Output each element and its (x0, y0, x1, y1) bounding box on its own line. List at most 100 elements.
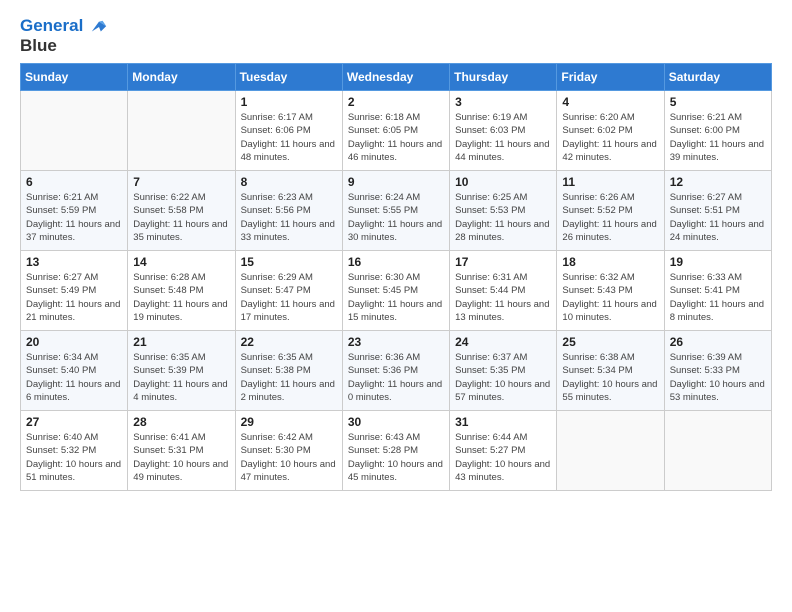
day-info: Sunrise: 6:44 AMSunset: 5:27 PMDaylight:… (455, 431, 551, 484)
week-row-3: 20Sunrise: 6:34 AMSunset: 5:40 PMDayligh… (21, 331, 772, 411)
calendar-cell: 19 Sunrise: 6:33 AMSunset: 5:41 PMDayligh… (664, 251, 771, 331)
page: General Blue SundayMondayTuesdayWednesda… (0, 0, 792, 612)
logo-blue-text: Blue (20, 36, 108, 56)
day-info: Sunrise: 6:32 AMSunset: 5:43 PMDaylight:… (562, 271, 658, 324)
day-info: Sunrise: 6:26 AMSunset: 5:52 PMDaylight:… (562, 191, 658, 244)
day-info: Sunrise: 6:33 AMSunset: 5:41 PMDaylight:… (670, 271, 766, 324)
day-number: 23 (348, 335, 444, 349)
day-info: Sunrise: 6:22 AMSunset: 5:58 PMDaylight:… (133, 191, 229, 244)
calendar-cell: 21 Sunrise: 6:35 AMSunset: 5:39 PMDayligh… (128, 331, 235, 411)
calendar-cell (128, 91, 235, 171)
day-info: Sunrise: 6:37 AMSunset: 5:35 PMDaylight:… (455, 351, 551, 404)
day-number: 8 (241, 175, 337, 189)
day-number: 16 (348, 255, 444, 269)
day-info: Sunrise: 6:18 AMSunset: 6:05 PMDaylight:… (348, 111, 444, 164)
day-number: 13 (26, 255, 122, 269)
weekday-header-monday: Monday (128, 64, 235, 91)
day-info: Sunrise: 6:35 AMSunset: 5:39 PMDaylight:… (133, 351, 229, 404)
day-number: 1 (241, 95, 337, 109)
calendar-cell: 1 Sunrise: 6:17 AMSunset: 6:06 PMDaylight… (235, 91, 342, 171)
day-info: Sunrise: 6:17 AMSunset: 6:06 PMDaylight:… (241, 111, 337, 164)
calendar-cell: 8 Sunrise: 6:23 AMSunset: 5:56 PMDaylight… (235, 171, 342, 251)
calendar-cell: 18 Sunrise: 6:32 AMSunset: 5:43 PMDayligh… (557, 251, 664, 331)
day-info: Sunrise: 6:43 AMSunset: 5:28 PMDaylight:… (348, 431, 444, 484)
day-info: Sunrise: 6:20 AMSunset: 6:02 PMDaylight:… (562, 111, 658, 164)
calendar-cell: 10Sunrise: 6:25 AMSunset: 5:53 PMDayligh… (450, 171, 557, 251)
day-number: 15 (241, 255, 337, 269)
calendar-cell (664, 411, 771, 491)
day-info: Sunrise: 6:36 AMSunset: 5:36 PMDaylight:… (348, 351, 444, 404)
week-row-1: 6 Sunrise: 6:21 AMSunset: 5:59 PMDaylight… (21, 171, 772, 251)
day-number: 20 (26, 335, 122, 349)
day-number: 2 (348, 95, 444, 109)
day-info: Sunrise: 6:38 AMSunset: 5:34 PMDaylight:… (562, 351, 658, 404)
calendar-cell: 23 Sunrise: 6:36 AMSunset: 5:36 PMDayligh… (342, 331, 449, 411)
day-number: 18 (562, 255, 658, 269)
calendar-cell: 20Sunrise: 6:34 AMSunset: 5:40 PMDayligh… (21, 331, 128, 411)
day-number: 12 (670, 175, 766, 189)
calendar-cell (21, 91, 128, 171)
day-info: Sunrise: 6:40 AMSunset: 5:32 PMDaylight:… (26, 431, 122, 484)
day-info: Sunrise: 6:19 AMSunset: 6:03 PMDaylight:… (455, 111, 551, 164)
day-number: 25 (562, 335, 658, 349)
day-number: 31 (455, 415, 551, 429)
calendar-cell: 30 Sunrise: 6:43 AMSunset: 5:28 PMDayligh… (342, 411, 449, 491)
day-number: 21 (133, 335, 229, 349)
day-info: Sunrise: 6:29 AMSunset: 5:47 PMDaylight:… (241, 271, 337, 324)
weekday-header-sunday: Sunday (21, 64, 128, 91)
calendar-cell (557, 411, 664, 491)
day-info: Sunrise: 6:23 AMSunset: 5:56 PMDaylight:… (241, 191, 337, 244)
day-number: 29 (241, 415, 337, 429)
week-row-0: 1 Sunrise: 6:17 AMSunset: 6:06 PMDaylight… (21, 91, 772, 171)
calendar-cell: 6 Sunrise: 6:21 AMSunset: 5:59 PMDaylight… (21, 171, 128, 251)
day-info: Sunrise: 6:21 AMSunset: 6:00 PMDaylight:… (670, 111, 766, 164)
day-info: Sunrise: 6:39 AMSunset: 5:33 PMDaylight:… (670, 351, 766, 404)
day-number: 6 (26, 175, 122, 189)
calendar-cell: 4Sunrise: 6:20 AMSunset: 6:02 PMDaylight… (557, 91, 664, 171)
calendar-cell: 24Sunrise: 6:37 AMSunset: 5:35 PMDayligh… (450, 331, 557, 411)
calendar-cell: 7Sunrise: 6:22 AMSunset: 5:58 PMDaylight… (128, 171, 235, 251)
logo: General Blue (20, 16, 108, 55)
calendar-cell: 14Sunrise: 6:28 AMSunset: 5:48 PMDayligh… (128, 251, 235, 331)
day-number: 17 (455, 255, 551, 269)
calendar-cell: 29 Sunrise: 6:42 AMSunset: 5:30 PMDayligh… (235, 411, 342, 491)
weekday-header-thursday: Thursday (450, 64, 557, 91)
weekday-header-saturday: Saturday (664, 64, 771, 91)
day-number: 9 (348, 175, 444, 189)
day-number: 3 (455, 95, 551, 109)
calendar-cell: 13 Sunrise: 6:27 AMSunset: 5:49 PMDayligh… (21, 251, 128, 331)
day-number: 22 (241, 335, 337, 349)
calendar-cell: 15 Sunrise: 6:29 AMSunset: 5:47 PMDayligh… (235, 251, 342, 331)
calendar-cell: 25 Sunrise: 6:38 AMSunset: 5:34 PMDayligh… (557, 331, 664, 411)
day-info: Sunrise: 6:31 AMSunset: 5:44 PMDaylight:… (455, 271, 551, 324)
weekday-header-tuesday: Tuesday (235, 64, 342, 91)
day-info: Sunrise: 6:27 AMSunset: 5:49 PMDaylight:… (26, 271, 122, 324)
calendar-cell: 11Sunrise: 6:26 AMSunset: 5:52 PMDayligh… (557, 171, 664, 251)
day-info: Sunrise: 6:24 AMSunset: 5:55 PMDaylight:… (348, 191, 444, 244)
calendar: SundayMondayTuesdayWednesdayThursdayFrid… (20, 63, 772, 491)
calendar-cell: 17 Sunrise: 6:31 AMSunset: 5:44 PMDayligh… (450, 251, 557, 331)
day-info: Sunrise: 6:27 AMSunset: 5:51 PMDaylight:… (670, 191, 766, 244)
day-info: Sunrise: 6:21 AMSunset: 5:59 PMDaylight:… (26, 191, 122, 244)
day-number: 14 (133, 255, 229, 269)
calendar-cell: 2 Sunrise: 6:18 AMSunset: 6:05 PMDaylight… (342, 91, 449, 171)
day-number: 5 (670, 95, 766, 109)
day-number: 19 (670, 255, 766, 269)
day-number: 28 (133, 415, 229, 429)
calendar-cell: 9 Sunrise: 6:24 AMSunset: 5:55 PMDaylight… (342, 171, 449, 251)
day-info: Sunrise: 6:42 AMSunset: 5:30 PMDaylight:… (241, 431, 337, 484)
day-number: 30 (348, 415, 444, 429)
day-number: 10 (455, 175, 551, 189)
logo-text: General (20, 16, 108, 36)
week-row-4: 27Sunrise: 6:40 AMSunset: 5:32 PMDayligh… (21, 411, 772, 491)
calendar-cell: 16 Sunrise: 6:30 AMSunset: 5:45 PMDayligh… (342, 251, 449, 331)
calendar-cell: 12 Sunrise: 6:27 AMSunset: 5:51 PMDayligh… (664, 171, 771, 251)
day-number: 26 (670, 335, 766, 349)
weekday-header-friday: Friday (557, 64, 664, 91)
calendar-cell: 26 Sunrise: 6:39 AMSunset: 5:33 PMDayligh… (664, 331, 771, 411)
day-info: Sunrise: 6:30 AMSunset: 5:45 PMDaylight:… (348, 271, 444, 324)
day-info: Sunrise: 6:41 AMSunset: 5:31 PMDaylight:… (133, 431, 229, 484)
weekday-header-wednesday: Wednesday (342, 64, 449, 91)
calendar-cell: 22Sunrise: 6:35 AMSunset: 5:38 PMDayligh… (235, 331, 342, 411)
calendar-cell: 3 Sunrise: 6:19 AMSunset: 6:03 PMDaylight… (450, 91, 557, 171)
